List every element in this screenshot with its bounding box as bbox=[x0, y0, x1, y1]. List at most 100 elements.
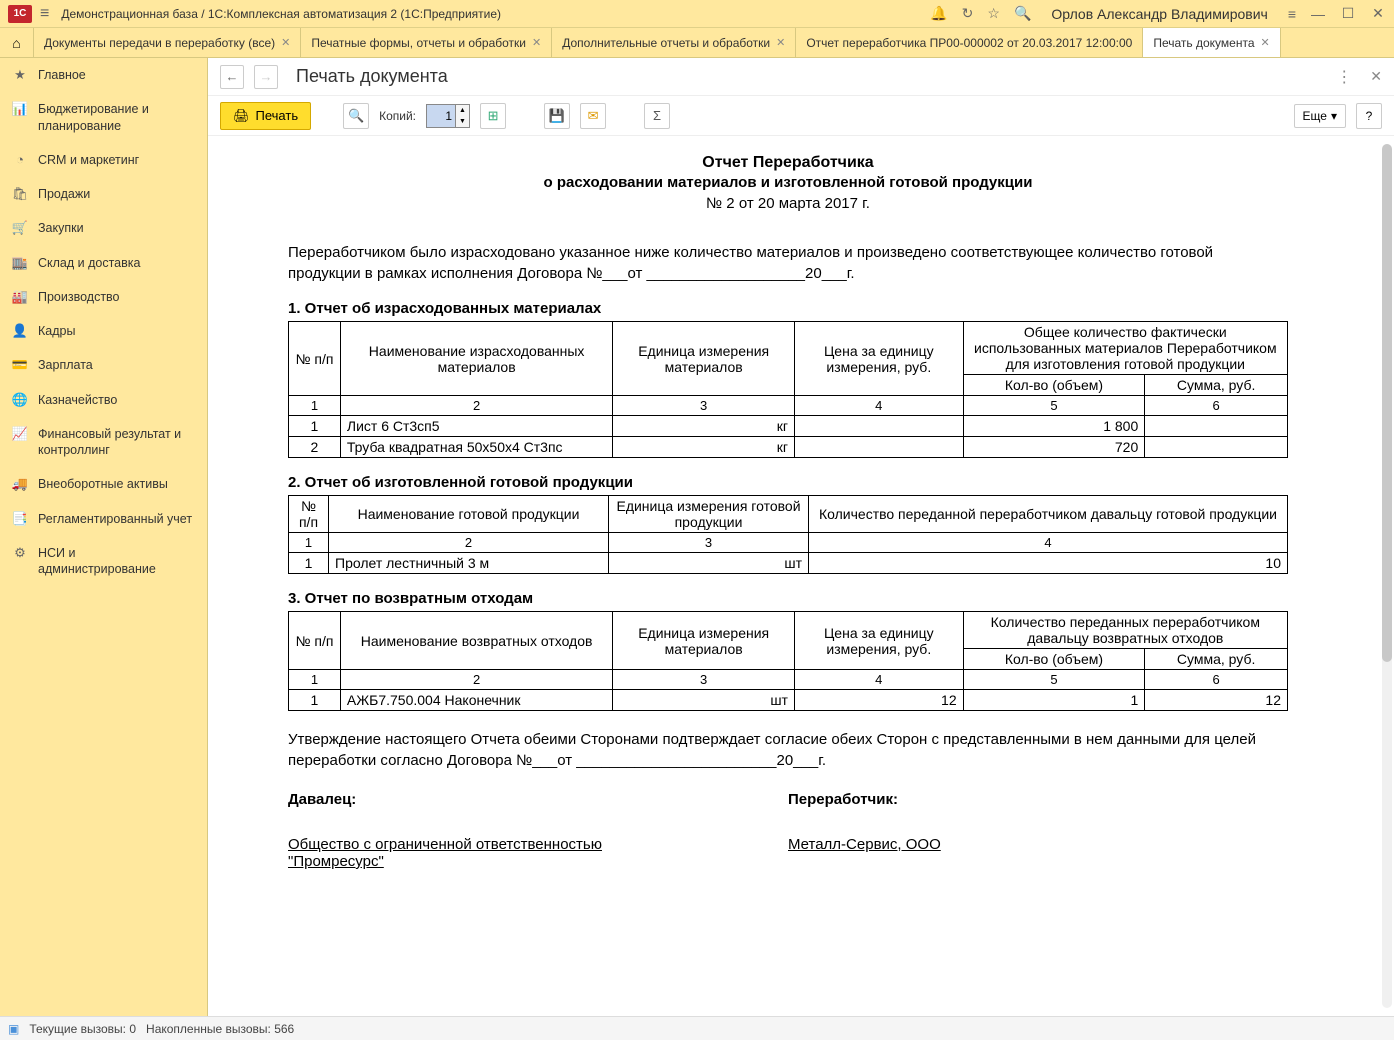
close-button[interactable]: ✕ bbox=[1370, 6, 1386, 22]
titlebar-actions: 🔔 ↻ ☆ 🔍 Орлов Александр Владимирович ≡ —… bbox=[930, 5, 1386, 22]
tab-close-icon[interactable]: ✕ bbox=[532, 36, 541, 49]
close-page-button[interactable]: ✕ bbox=[1370, 68, 1382, 85]
tab[interactable]: Отчет переработчика ПР00-000002 от 20.03… bbox=[796, 28, 1143, 57]
copies-label: Копий: bbox=[379, 109, 416, 123]
sidebar-icon: 📈 bbox=[12, 426, 28, 442]
page-title: Печать документа bbox=[296, 66, 448, 87]
sidebar-label: Кадры bbox=[38, 323, 195, 339]
settings-bars-icon[interactable]: ≡ bbox=[1288, 6, 1296, 22]
sidebar-icon: 🛒 bbox=[12, 220, 28, 236]
tab-close-icon[interactable]: ✕ bbox=[1261, 36, 1270, 49]
sidebar-icon: 📊 bbox=[12, 101, 28, 117]
kebab-icon[interactable]: ⋮ bbox=[1336, 67, 1352, 87]
tab[interactable]: Дополнительные отчеты и обработки✕ bbox=[552, 28, 796, 57]
document-area[interactable]: Отчет Переработчикао расходовании матери… bbox=[208, 136, 1394, 1016]
email-button[interactable]: ✉ bbox=[580, 103, 606, 129]
sidebar-icon: 👤 bbox=[12, 323, 28, 339]
sidebar-icon: 🚚 bbox=[12, 476, 28, 492]
sidebar-icon: 💳 bbox=[12, 357, 28, 373]
sidebar-item[interactable]: 💳 Зарплата bbox=[0, 348, 207, 382]
sidebar-item[interactable]: 👤 Кадры bbox=[0, 314, 207, 348]
status-current: Текущие вызовы: 0 bbox=[29, 1022, 136, 1036]
sidebar-item[interactable]: 📊 Бюджетирование и планирование bbox=[0, 92, 207, 143]
more-button[interactable]: Еще ▾ bbox=[1294, 104, 1346, 128]
preview-button[interactable]: 🔍 bbox=[343, 103, 369, 129]
user-name: Орлов Александр Владимирович bbox=[1051, 6, 1267, 22]
sidebar-icon: ⚙ bbox=[12, 545, 28, 561]
sidebar-item[interactable]: 📈 Финансовый результат и контроллинг bbox=[0, 417, 207, 468]
sidebar-item[interactable]: 📑 Регламентированный учет bbox=[0, 502, 207, 536]
tabbar: ⌂ Документы передачи в переработку (все)… bbox=[0, 28, 1394, 58]
tab-close-icon[interactable]: ✕ bbox=[281, 36, 290, 49]
sidebar-icon: ★ bbox=[12, 67, 28, 83]
sidebar-icon: 🏭 bbox=[12, 289, 28, 305]
forward-button[interactable]: → bbox=[254, 65, 278, 89]
sidebar-label: Производство bbox=[38, 289, 195, 305]
statusbar: ▣ Текущие вызовы: 0 Накопленные вызовы: … bbox=[0, 1016, 1394, 1040]
help-button[interactable]: ? bbox=[1356, 103, 1382, 129]
tab-close-icon[interactable]: ✕ bbox=[776, 36, 785, 49]
chevron-down-icon: ▾ bbox=[1331, 109, 1337, 123]
sidebar-label: Казначейство bbox=[38, 392, 195, 408]
logo-1c: 1C bbox=[8, 5, 32, 23]
document: Отчет Переработчикао расходовании матери… bbox=[228, 144, 1348, 890]
star-icon[interactable]: ☆ bbox=[987, 5, 1000, 22]
sidebar-label: Продажи bbox=[38, 186, 195, 202]
search-icon[interactable]: 🔍 bbox=[1014, 5, 1031, 22]
sum-button[interactable]: Σ bbox=[644, 103, 670, 129]
sidebar-item[interactable]: 🏭 Производство bbox=[0, 280, 207, 314]
status-accum: Накопленные вызовы: 566 bbox=[146, 1022, 294, 1036]
sidebar-label: Главное bbox=[38, 67, 195, 83]
sidebar-item[interactable]: 🌐 Казначейство bbox=[0, 383, 207, 417]
sidebar-icon: 🏬 bbox=[12, 255, 28, 271]
bell-icon[interactable]: 🔔 bbox=[930, 5, 947, 22]
status-icon: ▣ bbox=[8, 1022, 19, 1036]
sidebar-label: НСИ и администрирование bbox=[38, 545, 195, 578]
content-header: ← → Печать документа ⋮ ✕ bbox=[208, 58, 1394, 96]
back-button[interactable]: ← bbox=[220, 65, 244, 89]
print-label: Печать bbox=[256, 108, 299, 123]
sidebar-label: Склад и доставка bbox=[38, 255, 195, 271]
sidebar-label: CRM и маркетинг bbox=[38, 152, 195, 168]
history-icon[interactable]: ↻ bbox=[962, 5, 974, 22]
sidebar: ★ Главное 📊 Бюджетирование и планирование ◔ C… bbox=[0, 58, 208, 1016]
sidebar-item[interactable]: 🏬 Склад и доставка bbox=[0, 246, 207, 280]
sidebar-item[interactable]: ◔ CRM и маркетинг bbox=[0, 143, 207, 177]
copies-input[interactable] bbox=[427, 105, 455, 127]
sidebar-label: Финансовый результат и контроллинг bbox=[38, 426, 195, 459]
scrollbar[interactable] bbox=[1382, 144, 1392, 1008]
tab[interactable]: Документы передачи в переработку (все)✕ bbox=[34, 28, 301, 57]
maximize-button[interactable]: ☐ bbox=[1340, 6, 1356, 22]
menu-icon[interactable]: ≡ bbox=[40, 5, 49, 23]
spin-down[interactable]: ▼ bbox=[455, 116, 469, 127]
sidebar-item[interactable]: 🛒 Закупки bbox=[0, 211, 207, 245]
scrollbar-thumb[interactable] bbox=[1382, 144, 1392, 662]
home-tab[interactable]: ⌂ bbox=[0, 28, 34, 57]
minimize-button[interactable]: — bbox=[1310, 6, 1326, 22]
copies-stepper[interactable]: ▲▼ bbox=[426, 104, 470, 128]
spin-up[interactable]: ▲ bbox=[455, 105, 469, 116]
content: ← → Печать документа ⋮ ✕ 🖨 Печать 🔍 Копи… bbox=[208, 58, 1394, 1016]
template-button[interactable]: ⊞ bbox=[480, 103, 506, 129]
sidebar-item[interactable]: 🚚 Внеоборотные активы bbox=[0, 467, 207, 501]
print-button[interactable]: 🖨 Печать bbox=[220, 102, 311, 130]
printer-icon: 🖨 bbox=[233, 108, 250, 124]
titlebar: 1C ≡ Демонстрационная база / 1С:Комплекс… bbox=[0, 0, 1394, 28]
sidebar-label: Закупки bbox=[38, 220, 195, 236]
sidebar-label: Бюджетирование и планирование bbox=[38, 101, 195, 134]
sidebar-item[interactable]: 🛍 Продажи bbox=[0, 177, 207, 211]
tab[interactable]: Печать документа✕ bbox=[1143, 28, 1280, 57]
sidebar-icon: 🛍 bbox=[12, 186, 28, 202]
sidebar-icon: 📑 bbox=[12, 511, 28, 527]
sidebar-icon: 🌐 bbox=[12, 392, 28, 408]
sidebar-icon: ◔ bbox=[12, 152, 28, 168]
sidebar-label: Зарплата bbox=[38, 357, 195, 373]
toolbar: 🖨 Печать 🔍 Копий: ▲▼ ⊞ 💾 ✉ Σ Еще ▾ ? bbox=[208, 96, 1394, 136]
sidebar-item[interactable]: ★ Главное bbox=[0, 58, 207, 92]
sidebar-label: Внеоборотные активы bbox=[38, 476, 195, 492]
save-button[interactable]: 💾 bbox=[544, 103, 570, 129]
sidebar-label: Регламентированный учет bbox=[38, 511, 195, 527]
sidebar-item[interactable]: ⚙ НСИ и администрирование bbox=[0, 536, 207, 587]
tab[interactable]: Печатные формы, отчеты и обработки✕ bbox=[301, 28, 552, 57]
app-title: Демонстрационная база / 1С:Комплексная а… bbox=[61, 7, 930, 21]
